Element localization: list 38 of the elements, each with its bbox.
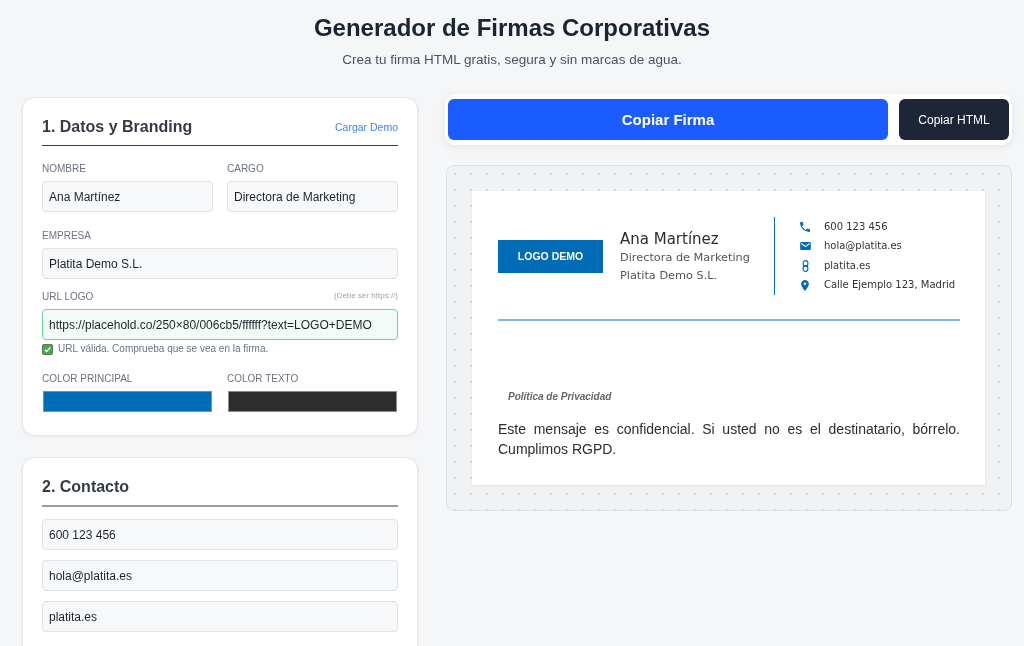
text-field[interactable]: platita.es — [42, 601, 398, 632]
text-field[interactable]: Platita Demo S.L. — [42, 248, 398, 279]
contact-text: platita.es — [823, 259, 871, 272]
copy-html-button[interactable]: Copiar HTML — [899, 99, 1009, 140]
field-label: URL LOGO — [42, 291, 94, 303]
field-label: COLOR PRINCIPAL — [42, 373, 134, 385]
field-label: NOMBRE — [42, 163, 87, 175]
privacy-link[interactable]: Política de Privacidad — [508, 391, 612, 403]
text-field[interactable]: Ana Martínez — [42, 181, 213, 212]
field-label: EMPRESA — [42, 230, 92, 242]
field-hint: (Debe ser https://) — [333, 291, 398, 301]
company-logo: LOGO DEMO — [498, 239, 603, 273]
copy-signature-button[interactable]: Copiar Firma — [448, 99, 888, 140]
phone-icon — [800, 221, 811, 232]
page-subtitle: Crea tu firma HTML gratis, segura y sin marcas de agua. — [341, 51, 683, 69]
field-label: COLOR TEXTO — [227, 373, 300, 385]
page-title: Generador de Firmas Corporativas — [312, 13, 712, 43]
text-field[interactable]: 600 123 456 — [42, 519, 398, 550]
section-title: 2. Contacto — [42, 477, 130, 497]
disclaimer-text: Este mensaje es confidencial. Si usted no es el destinatario, bórrelo. Cumplimos RGPD. — [498, 420, 960, 459]
url-field[interactable]: https://placehold.co/250×80/006cb5/ffffff?text=LOGO+DEMO — [42, 309, 398, 340]
text-field[interactable]: hola@platita.es — [42, 560, 398, 591]
color-swatch[interactable] — [228, 391, 397, 412]
signature-name: Ana Martínez — [620, 229, 720, 249]
contact-text: 600 123 456 — [823, 220, 888, 233]
map-pin-icon — [801, 279, 810, 291]
signature-company: Platita Demo S.L. — [620, 268, 719, 284]
section-title: 1. Datos y Branding — [42, 117, 193, 137]
contact-text: hola@platita.es — [823, 240, 902, 253]
validation-message: URL válida. Comprueba que se vea en la firma. — [58, 343, 269, 355]
field-label: CARGO — [227, 163, 265, 175]
text-field[interactable]: Directora de Marketing — [227, 181, 398, 212]
load-demo-link[interactable]: Cargar Demo — [334, 121, 398, 133]
envelope-icon — [799, 242, 811, 251]
contact-text: Calle Ejemplo 123, Madrid — [823, 279, 956, 292]
color-swatch[interactable] — [43, 391, 212, 412]
link-icon — [801, 259, 809, 272]
signature-job-title: Directora de Marketing — [620, 250, 750, 266]
